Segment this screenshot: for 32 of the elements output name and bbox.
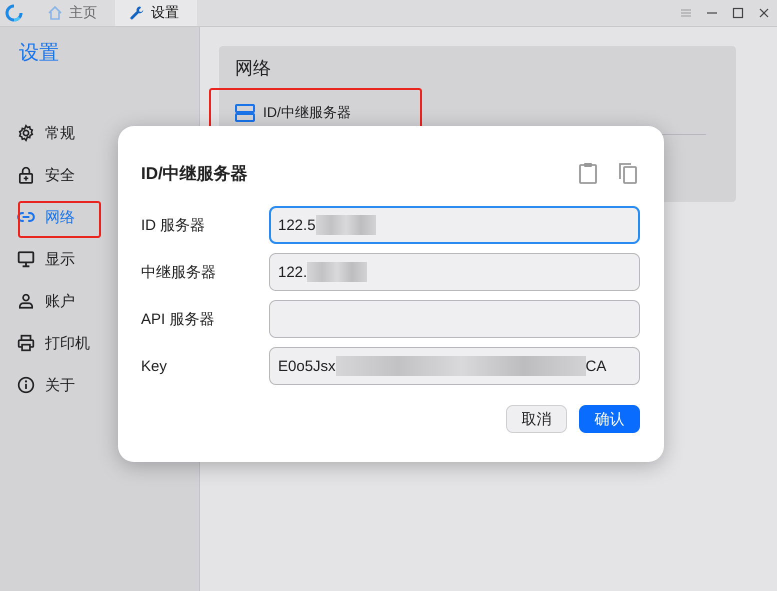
- cancel-button[interactable]: 取消: [506, 405, 567, 433]
- input-field[interactable]: 122.5: [269, 206, 640, 244]
- sidebar-item[interactable]: 常规: [0, 115, 199, 151]
- wrench-icon: [129, 5, 145, 21]
- tab[interactable]: 设置: [115, 0, 197, 26]
- monitor-icon: [17, 250, 35, 268]
- clipboard-icon: [576, 161, 600, 185]
- maximize-icon: [732, 7, 744, 19]
- lock-icon: [17, 166, 35, 184]
- close-icon: [758, 7, 770, 19]
- input-field[interactable]: [269, 300, 640, 338]
- field-label: ID 服务器: [141, 216, 206, 234]
- copy-icon: [616, 161, 640, 185]
- dialog-title: ID/中继服务器: [141, 162, 249, 184]
- section-title: 网络: [235, 57, 272, 80]
- input-field[interactable]: E0o5Jsx CA: [269, 347, 640, 385]
- tab[interactable]: 主页: [33, 0, 115, 26]
- app-logo: [5, 4, 23, 22]
- sidebar-title: 设置: [19, 41, 60, 66]
- confirm-button[interactable]: 确认: [579, 405, 640, 433]
- info-icon: [17, 376, 35, 394]
- field-label: 中继服务器: [141, 262, 217, 282]
- person-icon: [17, 292, 35, 310]
- gear-icon: [17, 124, 35, 142]
- copy-button[interactable]: [616, 161, 640, 185]
- input-field[interactable]: 122.: [269, 253, 640, 291]
- paste-button[interactable]: [576, 161, 600, 185]
- home-icon: [47, 5, 63, 21]
- settings-row[interactable]: ID/中继服务器: [235, 104, 351, 122]
- server-icon: [235, 104, 255, 122]
- printer-icon: [17, 334, 35, 352]
- menu-icon: [680, 7, 692, 19]
